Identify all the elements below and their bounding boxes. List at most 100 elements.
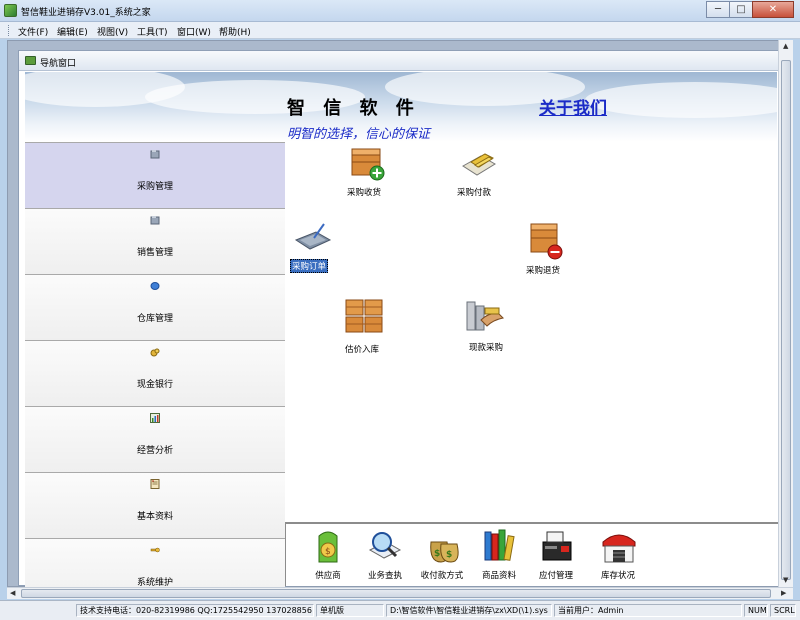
horizontal-scroll-thumb[interactable] — [21, 589, 771, 598]
toolbar-label: 应付管理 — [538, 571, 573, 581]
window-title: 智信鞋业进销存V3.01_系统之家 — [21, 8, 151, 18]
navigation-window-titlebar[interactable]: 导航窗口 — [19, 51, 780, 71]
nav-item-sales[interactable]: 销售管理 — [25, 208, 285, 274]
maximize-button[interactable]: □ — [729, 1, 753, 18]
supplier-button[interactable]: $ 供应商 — [301, 528, 355, 581]
navigation-window: 导航窗口 智 信 软 件 关于我们 明智的选择，信心的保证 采购管理 销售管理 — [18, 50, 781, 587]
toolbar-label: 供应商 — [315, 571, 341, 581]
navigation-window-title: 导航窗口 — [40, 59, 77, 69]
books-icon — [482, 528, 516, 564]
folder-icon — [150, 150, 160, 159]
purchase-payment-label[interactable]: 采购付款 — [457, 186, 491, 198]
inventory-status-button[interactable]: 库存状况 — [591, 528, 645, 581]
chart-icon — [150, 413, 160, 423]
toolbar-label: 业务查执 — [367, 571, 402, 581]
nav-item-basic-data[interactable]: 基本资料 — [25, 472, 285, 538]
estimate-stockin-button[interactable] — [343, 298, 385, 336]
money-bag-icon: $ $ — [425, 528, 459, 564]
nav-label: 采购管理 — [136, 182, 173, 192]
warehouse-icon — [150, 282, 160, 290]
nav-label: 系统维护 — [136, 578, 173, 587]
status-support: 技术支持电话：020-82319986 QQ:1725542950 137028… — [76, 604, 314, 617]
purchase-order-label[interactable]: 采购订单 — [290, 259, 329, 273]
menu-window[interactable]: 窗口(W) — [177, 25, 211, 38]
search-icon — [368, 528, 402, 564]
toolbar-label: 商品资料 — [481, 571, 516, 581]
vertical-scroll-thumb[interactable] — [781, 60, 791, 580]
menu-help[interactable]: 帮助(H) — [219, 25, 251, 38]
cash-purchase-label[interactable]: 现款采购 — [469, 341, 503, 353]
nav-item-warehouse[interactable]: 仓库管理 — [25, 274, 285, 340]
menu-view[interactable]: 视图(V) — [97, 25, 128, 38]
nav-panel: 采购管理 销售管理 仓库管理 现金银行 经营分析 基本资料 系统维护 — [25, 142, 285, 587]
status-path: D:\智信软件\智信鞋业进销存\zx\XD(\1).sys — [386, 604, 552, 617]
quick-toolbar: $ 供应商 业务查执 $ $ 收付款方式 商品资料 应付管理 库存状况 — [285, 522, 780, 586]
purchase-return-button[interactable] — [527, 220, 567, 260]
purchase-receipt-label[interactable]: 采购收货 — [347, 186, 381, 198]
navigation-window-icon — [25, 56, 36, 65]
business-query-button[interactable]: 业务查执 — [358, 528, 412, 581]
order-pen-icon — [294, 223, 332, 250]
scroll-up-icon[interactable]: ▲ — [783, 42, 788, 50]
purchase-receipt-button[interactable] — [348, 145, 388, 181]
cash-register-icon — [539, 528, 573, 564]
supplier-icon: $ — [311, 528, 345, 564]
nav-label: 销售管理 — [136, 248, 173, 258]
scroll-right-icon[interactable]: ▶ — [781, 589, 786, 597]
nav-label: 基本资料 — [136, 512, 173, 522]
svg-text:$: $ — [434, 549, 440, 559]
function-panel: 采购收货 采购付款 采购订单 采购退货 估价入库 现款采购 — [285, 142, 780, 518]
menu-grip[interactable] — [8, 25, 11, 36]
about-us-link[interactable]: 关于我们 — [539, 94, 607, 119]
title-bar: 智信鞋业进销存V3.01_系统之家 ─ □ ✕ — [0, 0, 800, 22]
status-bar: 技术支持电话：020-82319986 QQ:1725542950 137028… — [0, 600, 800, 620]
scroll-left-icon[interactable]: ◀ — [10, 589, 15, 597]
scroll-down-icon[interactable]: ▼ — [783, 576, 788, 584]
document-icon — [150, 479, 160, 489]
nav-label: 现金银行 — [136, 380, 173, 390]
folder-icon — [150, 216, 160, 225]
nav-label: 仓库管理 — [136, 314, 173, 324]
nav-label: 经营分析 — [136, 446, 173, 456]
nav-item-purchase[interactable]: 采购管理 — [25, 142, 285, 208]
money-icon — [150, 348, 160, 357]
box-add-icon — [351, 148, 385, 181]
nav-item-system[interactable]: 系统维护 — [25, 538, 285, 587]
nav-item-cash-bank[interactable]: 现金银行 — [25, 340, 285, 406]
toolbar-label: 库存状况 — [600, 571, 635, 581]
nav-item-analysis[interactable]: 经营分析 — [25, 406, 285, 472]
warehouse-icon — [601, 528, 636, 564]
banner-slogan: 明智的选择，信心的保证 — [287, 127, 431, 142]
menu-file[interactable]: 文件(F) — [18, 25, 48, 38]
purchase-order-button[interactable] — [293, 222, 333, 254]
purchase-return-label[interactable]: 采购退货 — [526, 264, 560, 276]
status-num: NUM — [744, 604, 768, 617]
banner-title: 智 信 软 件 — [287, 98, 420, 119]
boxes-icon — [345, 299, 383, 333]
vertical-scrollbar[interactable]: ▲ ▼ — [778, 40, 793, 587]
svg-text:$: $ — [446, 550, 452, 560]
payable-management-button[interactable]: 应付管理 — [529, 528, 583, 581]
minimize-button[interactable]: ─ — [706, 1, 730, 18]
app-icon — [4, 4, 17, 17]
toolbar-label: 收付款方式 — [420, 571, 464, 581]
purchase-payment-button[interactable] — [459, 148, 499, 182]
banner: 智 信 软 件 关于我们 明智的选择，信心的保证 — [25, 72, 777, 142]
mdi-area: 导航窗口 智 信 软 件 关于我们 明智的选择，信心的保证 采购管理 销售管理 — [7, 40, 793, 587]
payment-method-button[interactable]: $ $ 收付款方式 — [415, 528, 469, 581]
money-pay-icon — [462, 153, 496, 176]
status-user: 当前用户：Admin — [554, 604, 742, 617]
estimate-stockin-label[interactable]: 估价入库 — [345, 343, 379, 355]
menu-edit[interactable]: 编辑(E) — [57, 25, 88, 38]
menu-bar: 文件(F) 编辑(E) 视图(V) 工具(T) 窗口(W) 帮助(H) — [0, 22, 800, 39]
key-icon — [150, 547, 160, 553]
cash-purchase-button[interactable] — [463, 298, 505, 334]
svg-text:$: $ — [325, 547, 331, 557]
product-data-button[interactable]: 商品资料 — [472, 528, 526, 581]
horizontal-scrollbar[interactable]: ◀ ▶ — [7, 587, 793, 599]
menu-tools[interactable]: 工具(T) — [137, 25, 168, 38]
close-button[interactable]: ✕ — [752, 1, 794, 18]
status-scrl: SCRL — [770, 604, 796, 617]
box-remove-icon — [530, 223, 563, 260]
status-mode: 单机版 — [316, 604, 384, 617]
